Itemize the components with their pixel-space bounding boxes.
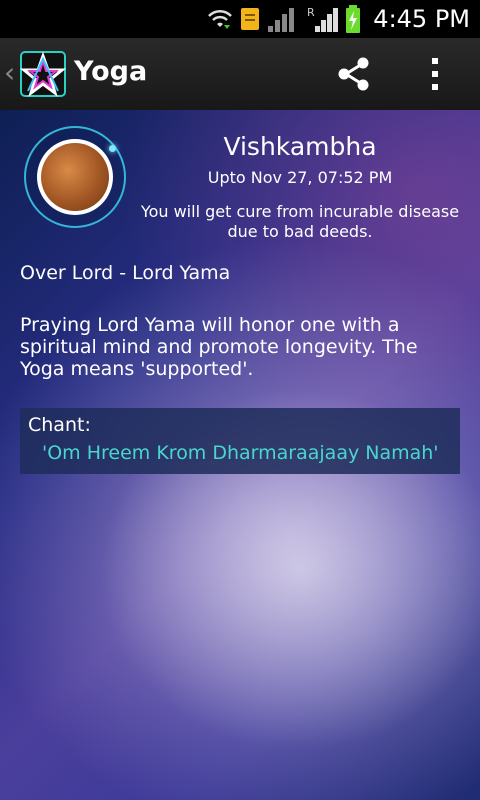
app-title: Yoga (74, 56, 148, 87)
chant-text: 'Om Hreem Krom Dharmaraajaay Namah' (42, 442, 439, 464)
yoga-end-time: Upto Nov 27, 07:52 PM (207, 168, 393, 187)
yoga-detail-panel: Vishkambha Upto Nov 27, 07:52 PM You wil… (0, 110, 480, 800)
app-logo-icon[interactable] (20, 51, 66, 97)
back-icon[interactable]: ‹ (4, 56, 15, 89)
more-vert-icon[interactable] (420, 52, 450, 96)
yoga-name: Vishkambha (223, 132, 377, 161)
status-time: 4:45 PM (373, 5, 470, 33)
share-icon[interactable] (334, 54, 374, 94)
battery-charging-icon (346, 5, 361, 33)
yoga-description: Praying Lord Yama will honor one with a … (20, 314, 418, 380)
overlord-text: Over Lord - Lord Yama (20, 262, 231, 284)
yoga-effect: You will get cure from incurable disease… (140, 202, 460, 241)
svg-text:R: R (307, 6, 315, 19)
chant-label: Chant: (28, 414, 91, 436)
status-bar: R 4:45 PM (0, 0, 480, 38)
planet-icon (41, 143, 109, 211)
wifi-icon (208, 9, 233, 29)
orbit-dot (109, 145, 116, 152)
roaming-signal-icon: R (307, 6, 339, 32)
chant-box: Chant: 'Om Hreem Krom Dharmaraajaay Nama… (20, 408, 460, 474)
signal-icon (268, 8, 295, 32)
status-icons: R 4:45 PM (207, 0, 470, 38)
app-bar: ‹ Yoga (0, 38, 480, 111)
notification-icon (241, 8, 260, 30)
